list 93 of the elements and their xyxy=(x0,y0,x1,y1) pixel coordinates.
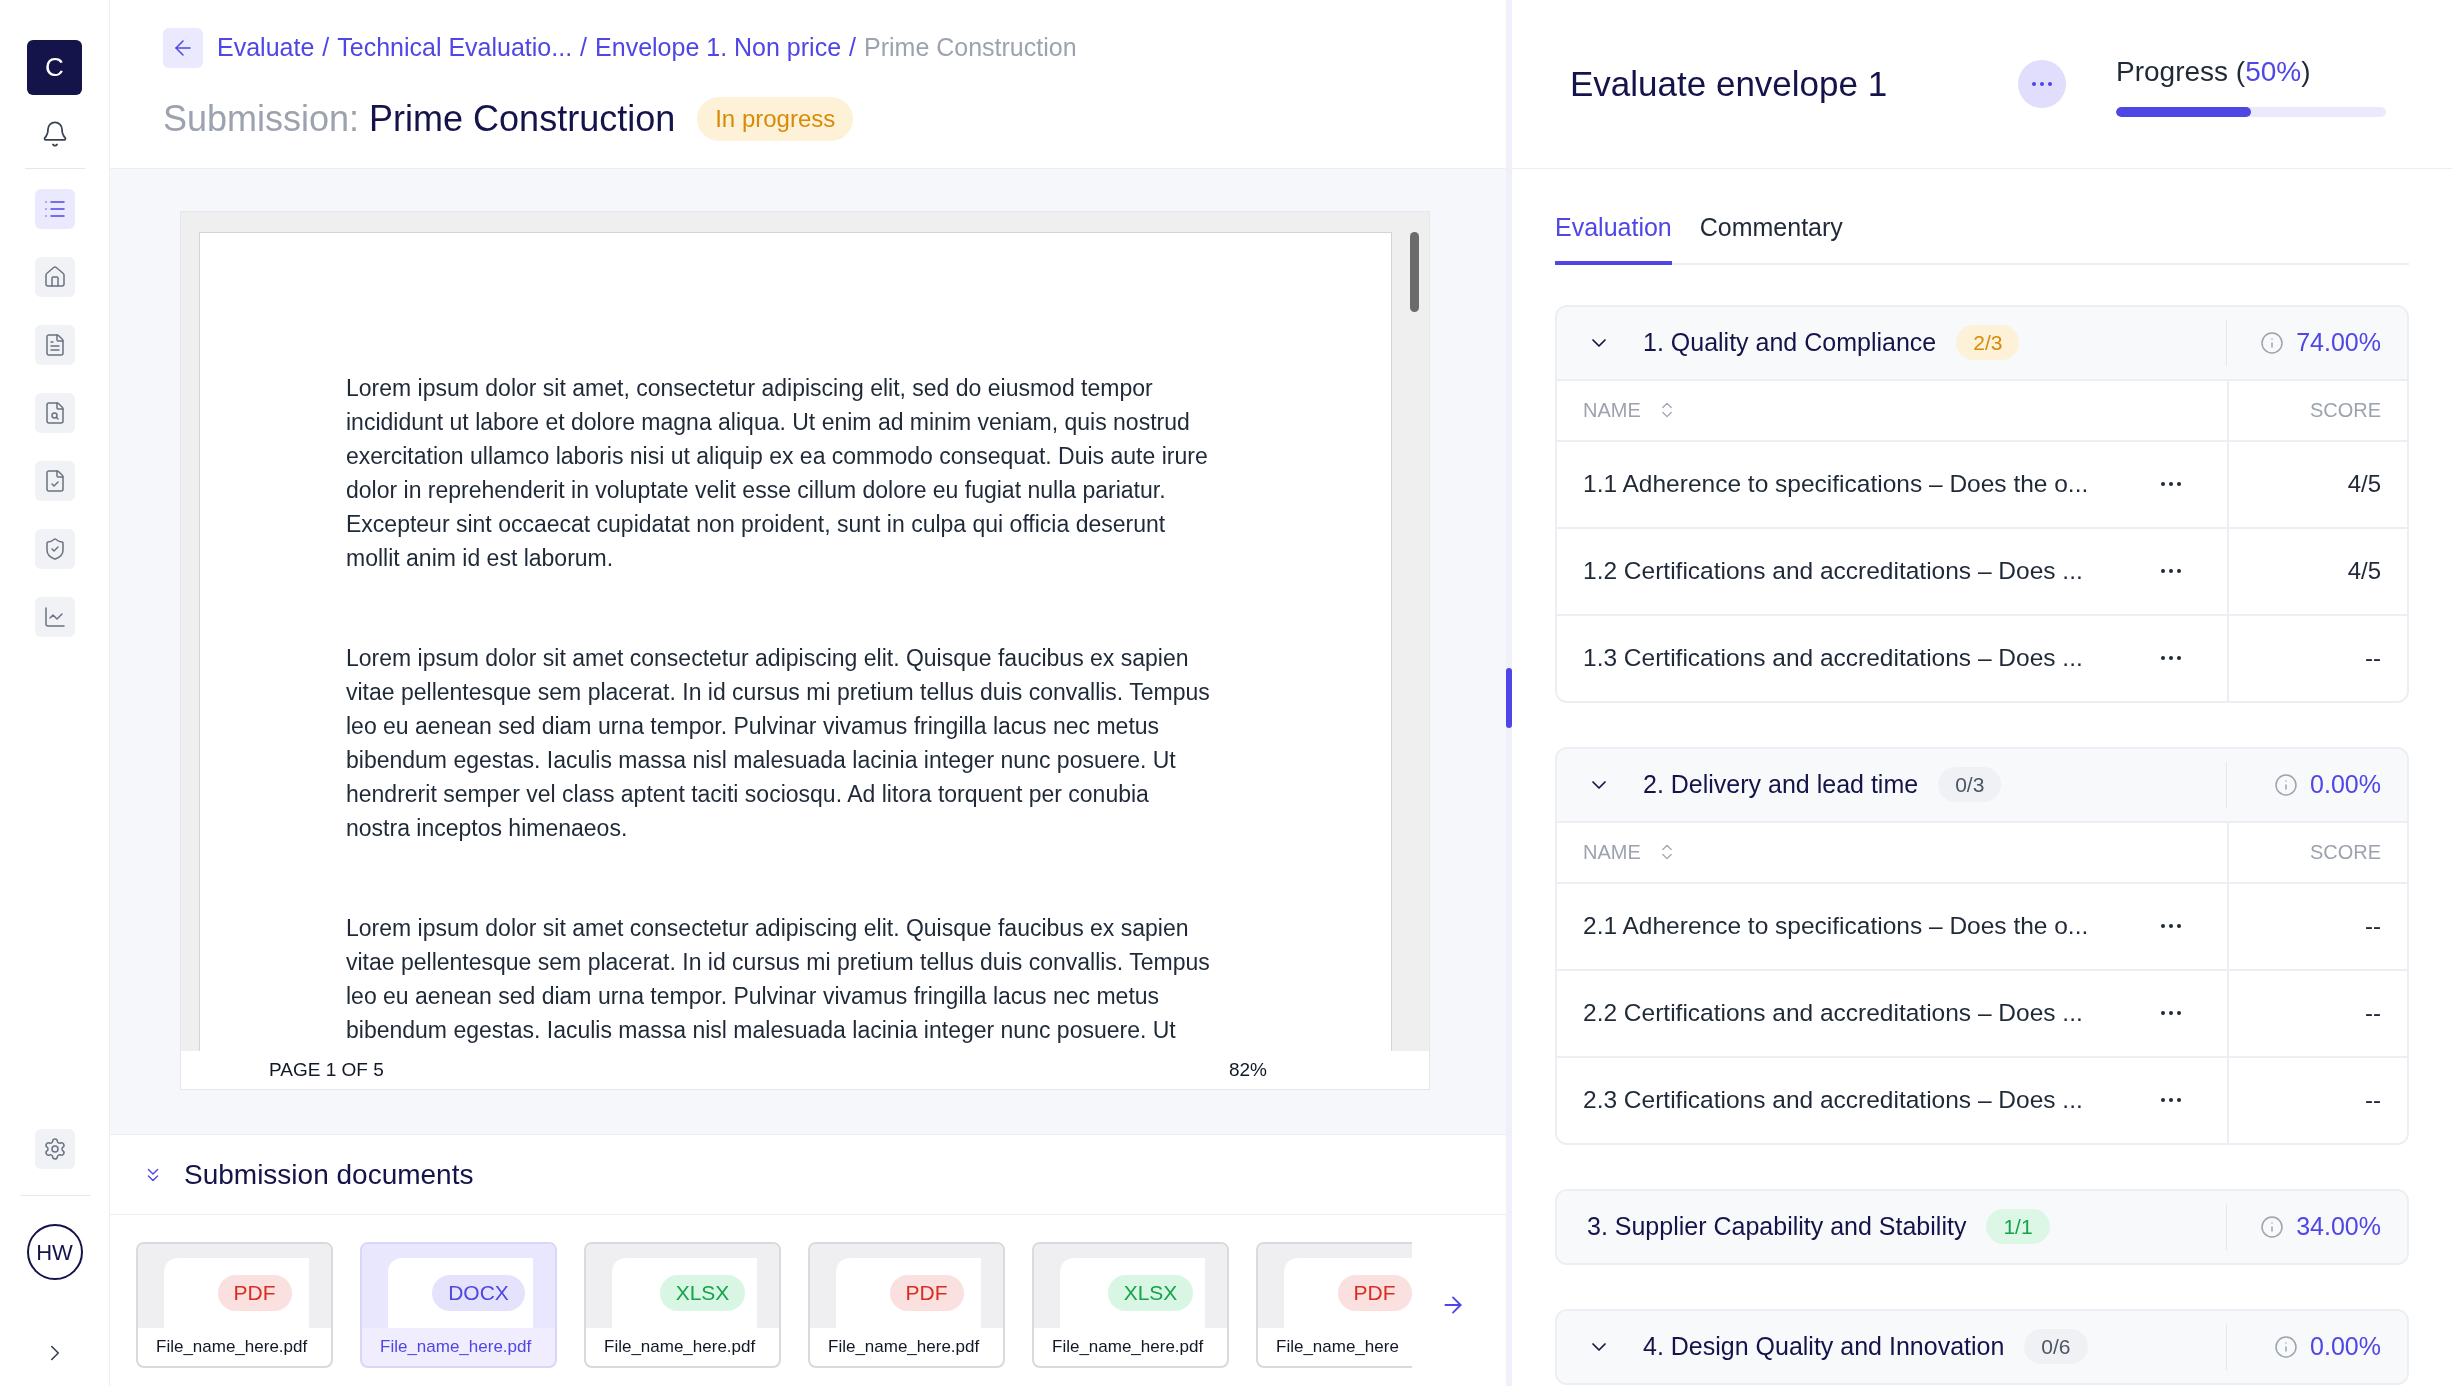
criterion-name[interactable]: 2.2 Certifications and accreditations – Does ... xyxy=(1583,994,2161,1032)
settings-icon xyxy=(42,1137,67,1161)
criterion-score: -- xyxy=(2365,911,2381,941)
zoom-level: 82% xyxy=(1228,1057,1267,1082)
nav-item[interactable] xyxy=(34,393,75,433)
breadcrumb-link[interactable]: Evaluate xyxy=(217,29,315,67)
criterion-score: -- xyxy=(2365,998,2381,1028)
criterion-score: -- xyxy=(2365,1085,2381,1115)
criterion-name[interactable]: 2.3 Certifications and accreditations – Does ... xyxy=(1583,1081,2161,1119)
chart-icon xyxy=(42,605,67,629)
file-type-badge: DOCX xyxy=(432,1275,525,1311)
criterion-score: 4/5 xyxy=(2347,469,2381,499)
avatar[interactable]: HW xyxy=(26,1224,83,1280)
info-icon[interactable] xyxy=(2274,772,2299,797)
file-type-badge: PDF xyxy=(217,1275,292,1311)
progress-label: Progress (50%) xyxy=(2116,55,2312,89)
criterion-name[interactable]: 1.3 Certifications and accreditations – Does ... xyxy=(1583,639,2161,677)
breadcrumb-separator: / xyxy=(580,32,588,64)
section-title: 4. Design Quality and Innovation xyxy=(1643,1330,2005,1362)
file-name: File_name_here.pdf xyxy=(156,1336,308,1359)
more-icon[interactable] xyxy=(2161,569,2181,573)
submission-title: Prime Construction xyxy=(369,97,676,141)
file-name: File_name_here.pdf xyxy=(828,1336,980,1359)
section-title: Submission documents xyxy=(184,1157,474,1192)
file-name: File_name_here.pdf xyxy=(1052,1336,1204,1359)
more-icon[interactable] xyxy=(2161,1011,2181,1015)
more-icon[interactable] xyxy=(2161,656,2181,660)
count-badge: 0/3 xyxy=(1938,766,2002,803)
more-icon[interactable] xyxy=(2161,482,2181,486)
column-header: NAME xyxy=(1583,398,1641,423)
section-score: 34.00% xyxy=(2296,1210,2381,1242)
file-name: File_name_here.pdf xyxy=(380,1336,532,1359)
submission-label: Submission: xyxy=(163,97,360,141)
file-name: File_name_here.pdf xyxy=(604,1336,756,1359)
criterion-score: -- xyxy=(2365,643,2381,673)
count-badge: 2/3 xyxy=(1956,324,2020,361)
more-icon[interactable] xyxy=(2161,1098,2181,1102)
info-icon[interactable] xyxy=(2274,1334,2299,1359)
criterion-name[interactable]: 1.1 Adherence to specifications – Does the o... xyxy=(1583,465,2161,503)
home-icon xyxy=(42,265,67,289)
back-button[interactable] xyxy=(163,28,203,68)
more-icon[interactable] xyxy=(2161,924,2181,928)
file-card[interactable]: XLSX File_name_here.pdf xyxy=(584,1242,781,1368)
nav-item[interactable] xyxy=(34,325,75,365)
column-header: NAME xyxy=(1583,840,1641,865)
breadcrumb-link[interactable]: Envelope 1. Non price xyxy=(595,29,842,67)
file-card[interactable]: PDF File_name_here.pdf xyxy=(808,1242,1005,1368)
info-icon[interactable] xyxy=(2260,330,2285,355)
nav-item[interactable] xyxy=(34,257,75,297)
breadcrumb-separator: / xyxy=(849,32,856,64)
file-card[interactable]: XLSX File_name_here.pdf xyxy=(1032,1242,1229,1368)
file-type-badge: XLSX xyxy=(1107,1275,1194,1311)
breadcrumb-separator: / xyxy=(322,32,330,64)
criterion-name[interactable]: 1.2 Certifications and accreditations – Does ... xyxy=(1583,552,2161,590)
column-header: SCORE xyxy=(2309,398,2381,423)
breadcrumb-current: Prime Construction xyxy=(864,32,1077,64)
more-button[interactable] xyxy=(2018,60,2066,108)
nav-item[interactable] xyxy=(34,529,75,569)
tab[interactable]: Evaluation xyxy=(1555,209,1672,265)
section-title: 3. Supplier Capability and Stability xyxy=(1587,1210,1967,1242)
column-header: SCORE xyxy=(2309,840,2381,865)
breadcrumb-link[interactable]: Technical Evaluatio... xyxy=(337,29,573,67)
section-score: 0.00% xyxy=(2310,1330,2381,1362)
file-card[interactable]: PDF File_name_here xyxy=(1256,1242,1412,1368)
section-score: 0.00% xyxy=(2310,768,2381,800)
scrollbar-thumb[interactable] xyxy=(1410,232,1419,312)
count-badge: 1/1 xyxy=(1986,1208,2050,1245)
nav-item[interactable] xyxy=(34,461,75,501)
nav-item[interactable] xyxy=(34,597,75,637)
panel-title: Evaluate envelope 1 xyxy=(1570,62,1889,105)
scrollbar-thumb[interactable] xyxy=(1506,668,1512,728)
document-paragraph: Lorem ipsum dolor sit amet consectetur adipiscing elit. Quisque faucibus ex sapien vitae pellentesque sem placerat. In id cursus mi pretium tellus duis convallis. Tempus leo eu aenean sed diam urna tempor. Pulvinar vivamus fringilla lacus nec metus bibendum egestas. Iaculis massa nisl malesuada lacinia integer nunc posuere. Ut hendrerit semper vel class aptent taciti sociosqu. Ad litora torquent per conubia nostra inceptos himenaeos. xyxy=(346,644,1211,843)
file-type-badge: PDF xyxy=(1337,1275,1412,1311)
file-type-badge: PDF xyxy=(889,1275,964,1311)
settings-button[interactable] xyxy=(34,1129,75,1169)
file-card[interactable]: PDF File_name_here.pdf xyxy=(136,1242,333,1368)
logo[interactable]: C xyxy=(27,40,82,95)
page-indicator: PAGE 1 OF 5 xyxy=(269,1057,384,1082)
count-badge: 0/6 xyxy=(2024,1328,2088,1365)
nav-item[interactable] xyxy=(34,189,75,229)
criterion-name[interactable]: 2.1 Adherence to specifications – Does the o... xyxy=(1583,907,2161,945)
file-name: File_name_here xyxy=(1276,1336,1399,1359)
info-icon[interactable] xyxy=(2260,1214,2285,1239)
section-title: 2. Delivery and lead time xyxy=(1643,768,1919,800)
section-score: 74.00% xyxy=(2296,326,2381,358)
file-type-badge: XLSX xyxy=(659,1275,746,1311)
criterion-score: 4/5 xyxy=(2347,556,2381,586)
document-paragraph: Lorem ipsum dolor sit amet consectetur adipiscing elit. Quisque faucibus ex sapien vitae pellentesque sem placerat. In id cursus mi pretium tellus duis convallis. Tempus leo eu aenean sed diam urna tempor. Pulvinar vivamus fringilla lacus nec metus bibendum egestas. Iaculis massa nisl malesuada lacinia integer nunc posuere. Ut xyxy=(346,914,1211,1045)
tab[interactable]: Commentary xyxy=(1699,209,1843,265)
section-title: 1. Quality and Compliance xyxy=(1643,326,1937,358)
document-paragraph: Lorem ipsum dolor sit amet, consectetur adipiscing elit, sed do eiusmod tempor incididunt ut labore et dolore magna aliqua. Ut enim ad minim veniam, quis nostrud exercitation ullamco laboris nisi ut aliquip ex ea commodo consequat. Duis aute irure dolor in reprehenderit in voluptate velit esse cillum dolore eu fugiat nulla pariatur. Excepteur sint occaecat cupidatat non proident, sunt in culpa qui officia deserunt mollit anim id est laborum. xyxy=(346,374,1209,573)
file-card[interactable]: DOCX File_name_here.pdf xyxy=(360,1242,557,1368)
status-badge: In progress xyxy=(697,97,854,141)
